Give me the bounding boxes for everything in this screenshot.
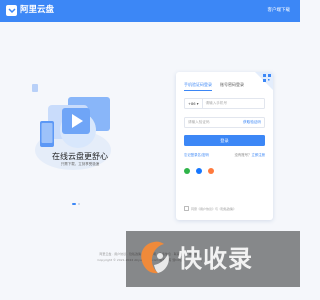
- country-code-select[interactable]: +86 ▾: [185, 99, 203, 108]
- phone-input[interactable]: 请输入手机号: [203, 101, 228, 106]
- top-bar: 阿里云盘 客户端下载: [0, 0, 300, 22]
- code-input[interactable]: 请输入验证码: [185, 120, 210, 125]
- app-name: 阿里云盘: [20, 5, 55, 15]
- watermark-text: 快收录: [178, 245, 253, 273]
- tab-password-login[interactable]: 账号密码登录: [220, 82, 244, 91]
- hero-title: 在线云盘更舒心: [52, 152, 108, 161]
- login-button[interactable]: 登录: [184, 135, 265, 146]
- cloud-logo-icon: [6, 5, 17, 16]
- alipay-icon[interactable]: [196, 168, 202, 174]
- login-card: 手机验证码登录 账号密码登录 +86 ▾ 请输入手机号 请输入验证码 获取验证码…: [176, 72, 273, 220]
- agreement-text[interactable]: 同意《用户协议》与《隐私政策》: [191, 207, 236, 211]
- hero-subtitle: 只需下载，立刻享受极速: [60, 162, 100, 166]
- login-tabs: 手机验证码登录 账号密码登录: [184, 82, 244, 91]
- phone-field[interactable]: +86 ▾ 请输入手机号: [184, 98, 265, 109]
- qr-code-icon[interactable]: [263, 74, 271, 82]
- app-logo[interactable]: 阿里云盘: [6, 5, 54, 16]
- taobao-icon[interactable]: [208, 168, 214, 174]
- watermark-logo-icon: [141, 241, 169, 274]
- carousel-dots[interactable]: [72, 203, 80, 205]
- code-field[interactable]: 请输入验证码 获取验证码: [184, 117, 265, 128]
- client-download-link[interactable]: 客户端下载: [268, 7, 291, 13]
- carousel-dot[interactable]: [78, 203, 80, 205]
- register-link[interactable]: 立即注册: [251, 153, 265, 157]
- third-party-login: [184, 168, 214, 174]
- no-account-text: 没有账号？: [234, 153, 252, 157]
- agreement-checkbox[interactable]: [184, 206, 189, 211]
- tab-sms-login[interactable]: 手机验证码登录: [184, 82, 212, 91]
- forgot-password-link[interactable]: 忘记登录名/密码: [184, 153, 209, 157]
- agreement-row: 同意《用户协议》与《隐私政策》: [184, 206, 236, 211]
- get-code-button[interactable]: 获取验证码: [243, 120, 261, 125]
- login-links: 忘记登录名/密码 没有账号？立即注册: [184, 152, 265, 157]
- carousel-dot[interactable]: [72, 203, 76, 205]
- wechat-icon[interactable]: [184, 168, 190, 174]
- register-row: 没有账号？立即注册: [234, 152, 265, 157]
